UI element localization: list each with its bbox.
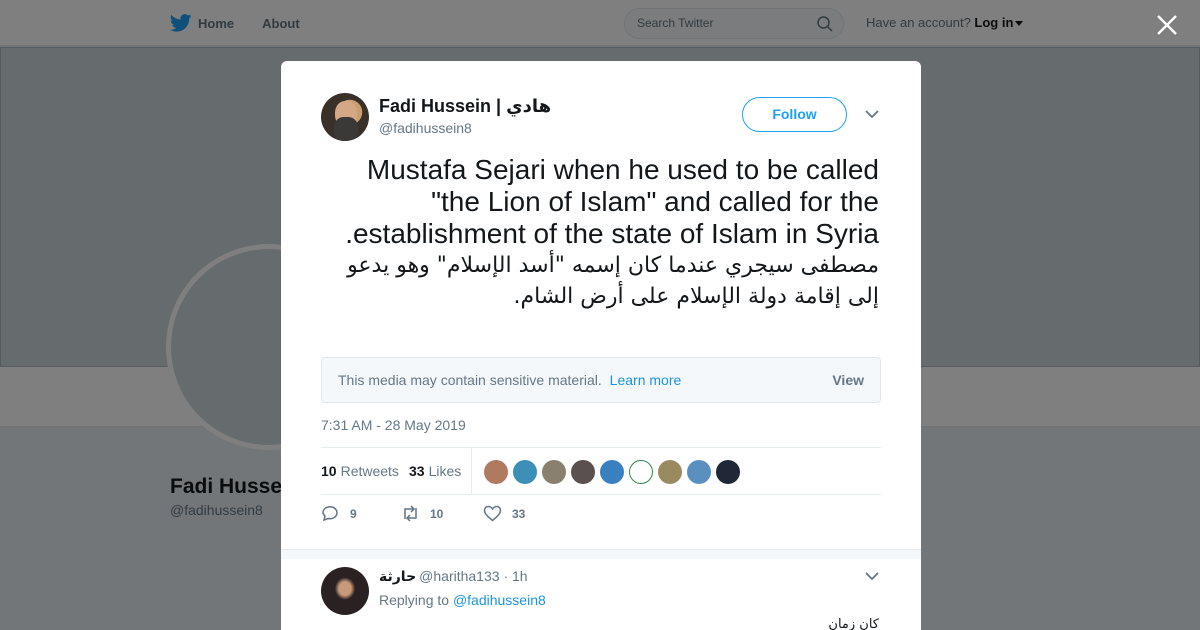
retweet-count: 10	[430, 506, 444, 521]
liker-avatar[interactable]	[658, 460, 682, 484]
tweet-text: Mustafa Sejari when he used to be called…	[321, 154, 879, 312]
liker-avatar[interactable]	[716, 460, 740, 484]
view-button[interactable]: View	[832, 358, 864, 402]
reply-name: حارثة	[379, 568, 417, 584]
author-name[interactable]: Fadi Hussein | هادي	[379, 96, 551, 117]
liker-avatar[interactable]	[571, 460, 595, 484]
likes-stat[interactable]: 33 Likes	[409, 463, 461, 479]
author-avatar[interactable]	[321, 93, 369, 141]
retweets-count: 10	[321, 463, 337, 479]
sensitive-text: This media may contain sensitive materia…	[338, 372, 602, 388]
retweets-label: Retweets	[340, 463, 399, 479]
like-action[interactable]: 33	[483, 505, 525, 522]
reply-author[interactable]: حارثة @haritha133 · 1h	[379, 568, 528, 585]
reply-time: · 1h	[503, 568, 528, 584]
reply-icon	[322, 506, 338, 522]
reply-avatar[interactable]	[321, 567, 369, 615]
tweet-header: Fadi Hussein | هادي @fadihussein8 Follow	[321, 93, 881, 143]
retweets-stat[interactable]: 10 Retweets	[321, 463, 399, 479]
tweet-timestamp[interactable]: 7:31 AM - 28 May 2019	[321, 417, 466, 433]
reply-count: 9	[350, 506, 357, 521]
replying-to: Replying to @fadihussein8	[379, 592, 546, 608]
tweet-text-ar: مصطفى سيجري عندما كان إسمه "أسد الإسلام"…	[347, 253, 879, 309]
liker-avatar[interactable]	[484, 460, 508, 484]
replies-separator	[281, 549, 921, 559]
replying-prefix: Replying to	[379, 592, 450, 608]
stats-divider	[471, 448, 472, 494]
author-handle[interactable]: @fadihussein8	[379, 120, 472, 136]
sensitive-media-notice: This media may contain sensitive materia…	[321, 357, 881, 403]
like-count: 33	[512, 506, 526, 521]
reply-handle: @haritha133	[419, 568, 500, 584]
liker-avatar[interactable]	[600, 460, 624, 484]
liker-avatars	[484, 460, 740, 484]
follow-button[interactable]: Follow	[742, 97, 847, 132]
reply-action[interactable]: 9	[321, 505, 357, 522]
liker-avatar[interactable]	[687, 460, 711, 484]
liker-avatar[interactable]	[513, 460, 537, 484]
likes-label: Likes	[428, 463, 462, 479]
chevron-down-icon[interactable]	[865, 571, 879, 581]
learn-more-link[interactable]: Learn more	[610, 372, 682, 388]
likes-count: 33	[409, 463, 425, 479]
chevron-down-icon[interactable]	[865, 109, 879, 119]
replying-handle-link[interactable]: @fadihussein8	[453, 592, 546, 608]
liker-avatar[interactable]	[542, 460, 566, 484]
liker-avatar[interactable]	[629, 460, 653, 484]
retweet-action[interactable]: 10	[401, 505, 443, 522]
reply-text: كان زمان	[828, 617, 879, 630]
avatar-beard	[334, 117, 358, 141]
close-icon[interactable]	[1154, 12, 1180, 38]
tweet-actions: 9 10 33	[321, 505, 881, 525]
retweet-icon	[404, 505, 417, 522]
tweet-modal: Fadi Hussein | هادي @fadihussein8 Follow…	[281, 61, 921, 630]
heart-icon	[483, 505, 502, 522]
tweet-text-en: Mustafa Sejari when he used to be called…	[345, 154, 879, 249]
tweet-stats: 10 Retweets 33 Likes	[321, 447, 881, 495]
